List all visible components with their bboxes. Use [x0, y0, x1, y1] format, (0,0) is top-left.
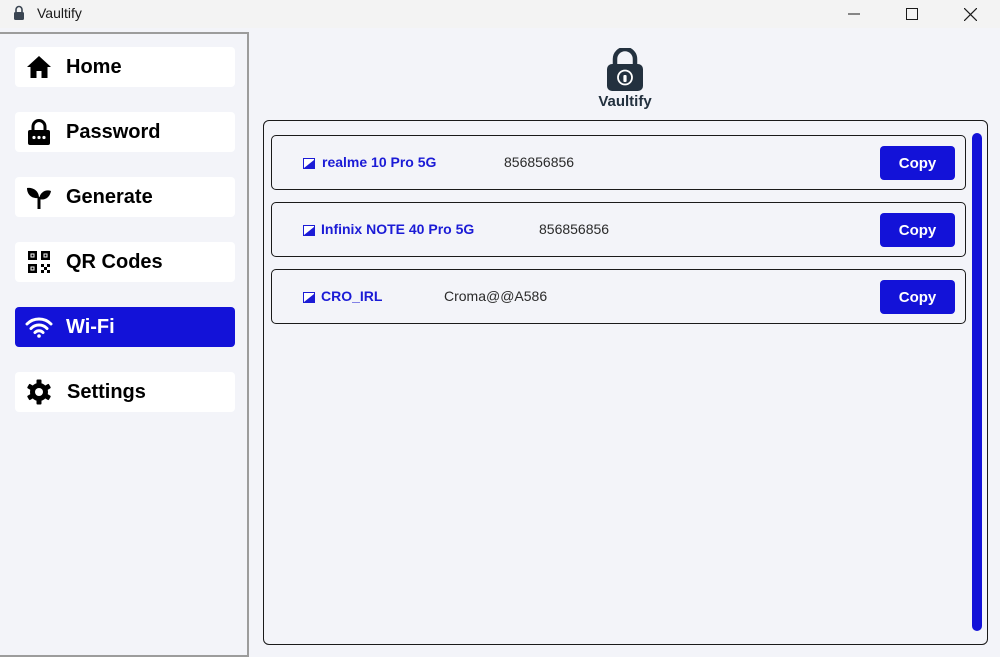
sidebar-item-label: Generate: [66, 186, 153, 208]
maximize-icon: [906, 8, 918, 20]
sidebar-item-label: Home: [66, 56, 122, 78]
sidebar-item-generate[interactable]: Generate: [15, 177, 235, 217]
vaultify-logo-icon: [607, 48, 643, 91]
sidebar-item-home[interactable]: Home: [15, 47, 235, 87]
scrollbar[interactable]: [972, 133, 982, 631]
minimize-button[interactable]: [825, 0, 883, 28]
sidebar-item-wifi[interactable]: Wi-Fi: [15, 307, 235, 347]
gear-icon: [25, 378, 53, 406]
wifi-password: 856856856: [504, 154, 575, 170]
sidebar-item-label: Password: [66, 121, 161, 143]
sprout-icon: [25, 183, 53, 211]
image-icon: [303, 225, 315, 236]
wifi-card: CRO_IRL Croma@@A586 Copy: [271, 269, 966, 324]
sidebar-item-password[interactable]: Password: [15, 112, 235, 152]
app-lock-icon: [14, 5, 24, 20]
wifi-ssid: realme 10 Pro 5G: [322, 154, 437, 170]
wifi-password: 856856856: [539, 221, 610, 237]
wifi-password: Croma@@A586: [444, 288, 548, 304]
sidebar-item-settings[interactable]: Settings: [15, 372, 235, 412]
logo-text: Vaultify: [598, 93, 652, 110]
sidebar-item-qr-codes[interactable]: QR Codes: [15, 242, 235, 282]
image-icon: [303, 292, 315, 303]
close-button[interactable]: [941, 0, 999, 28]
lock-icon: [25, 118, 53, 146]
wifi-card: realme 10 Pro 5G 856856856 Copy: [271, 135, 966, 190]
copy-button[interactable]: Copy: [880, 146, 955, 180]
maximize-button[interactable]: [883, 0, 941, 28]
sidebar-item-label: Wi-Fi: [66, 316, 115, 338]
qr-code-icon: [25, 248, 53, 276]
close-icon: [963, 7, 977, 21]
window-title: Vaultify: [37, 5, 82, 21]
wifi-icon: [25, 313, 53, 341]
copy-button[interactable]: Copy: [880, 213, 955, 247]
wifi-card: Infinix NOTE 40 Pro 5G 856856856 Copy: [271, 202, 966, 257]
minimize-icon: [848, 13, 860, 15]
wifi-list-panel: [263, 120, 988, 645]
wifi-ssid: Infinix NOTE 40 Pro 5G: [321, 221, 475, 237]
sidebar-item-label: Settings: [67, 381, 146, 403]
window-titlebar: Vaultify: [0, 0, 1000, 28]
wifi-ssid: CRO_IRL: [321, 288, 383, 304]
copy-button[interactable]: Copy: [880, 280, 955, 314]
home-icon: [25, 53, 53, 81]
image-icon: [303, 158, 315, 169]
sidebar-item-label: QR Codes: [66, 251, 163, 273]
